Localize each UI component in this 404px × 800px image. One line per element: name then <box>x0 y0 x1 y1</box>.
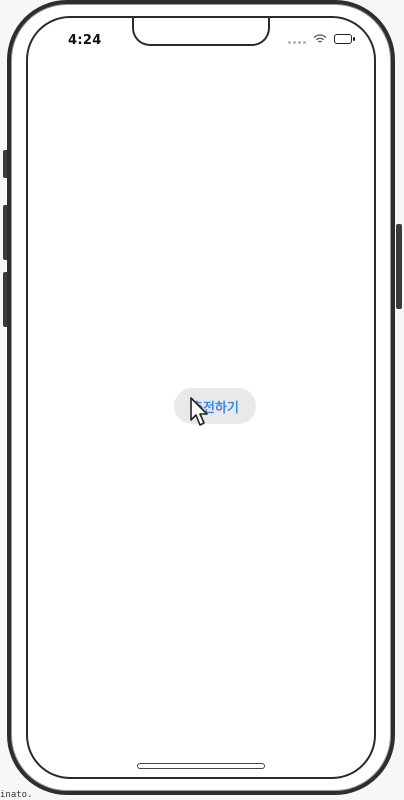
signal-icon <box>288 34 306 44</box>
status-time: 4:24 <box>68 33 102 48</box>
simulator-window: 4:24 충전하기 inato. <box>0 0 404 800</box>
notch <box>132 18 270 46</box>
battery-icon <box>334 34 355 44</box>
arrow-cursor-icon <box>190 397 208 426</box>
footer-text: inato. <box>0 790 33 800</box>
charge-button[interactable]: 충전하기 <box>174 388 256 424</box>
power-button <box>396 224 402 309</box>
home-indicator[interactable] <box>137 763 265 769</box>
status-icons <box>288 34 355 44</box>
wifi-icon <box>313 34 327 43</box>
